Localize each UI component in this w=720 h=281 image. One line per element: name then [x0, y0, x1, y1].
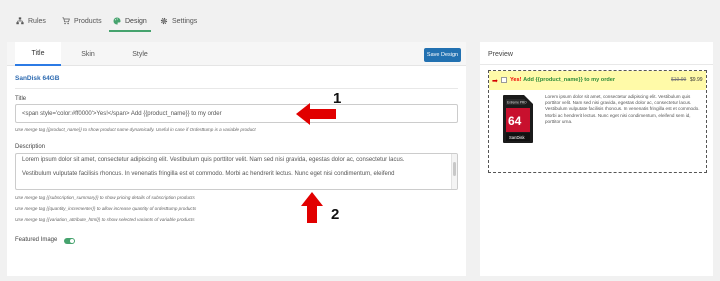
preview-heading: Preview [488, 51, 513, 58]
preview-panel: Preview ➡ Yes! Add {{product_name}} to m… [480, 42, 713, 276]
old-price: $19.99 [671, 77, 687, 83]
section-divider [15, 88, 458, 89]
subtab-skin[interactable]: Skin [63, 42, 113, 66]
arrow-right-icon: ➡ [492, 78, 498, 85]
description-hint: Use merge tag {{variation_attribute_html… [15, 217, 195, 222]
description-hint: Use merge tag {{subscription_summary}} t… [15, 195, 195, 200]
order-bump-title-bar: ➡ Yes! Add {{product_name}} to my order … [489, 71, 706, 90]
order-bump-preview: ➡ Yes! Add {{product_name}} to my order … [488, 70, 707, 173]
description-textarea[interactable]: Lorem ipsum dolor sit amet, consectetur … [15, 153, 458, 190]
order-bump-checkbox[interactable] [501, 77, 507, 83]
sd-card-brand: SanDisk [509, 135, 525, 140]
scrollbar-thumb[interactable] [453, 162, 456, 176]
order-bump-title: Yes! Add {{product_name}} to my order [510, 77, 615, 83]
textarea-scrollbar[interactable] [451, 154, 457, 189]
description-paragraph: Vestibulum vulputate facilisis rhoncus. … [22, 170, 395, 177]
nav-tab-design[interactable]: Design [109, 10, 151, 32]
annotation-arrow-up-icon [301, 192, 323, 223]
new-price: $9.99 [690, 77, 703, 83]
order-bump-title-text: Add {{product_name}} to my order [523, 77, 616, 83]
product-name-heading: SanDisk 64GB [15, 75, 60, 82]
sd-card-image: Extreme PRO 64 SanDisk [503, 95, 533, 143]
nav-tab-settings[interactable]: Settings [160, 10, 197, 32]
nav-tab-label: Rules [28, 17, 46, 25]
sd-card-capacity: 64 [508, 114, 522, 128]
save-design-button[interactable]: Save Design [424, 48, 461, 62]
annotation-number-2: 2 [331, 206, 340, 223]
description-label: Description [15, 144, 46, 150]
subtab-style[interactable]: Style [115, 42, 165, 66]
nav-tab-products[interactable]: Products [62, 10, 102, 32]
nav-tab-label: Design [125, 17, 147, 25]
title-label: Title [15, 96, 27, 102]
design-editor-panel: Title Skin Style Save Design SanDisk 64G… [7, 42, 466, 276]
description-hint: Use merge tag {{quantity_incrementer}} t… [15, 206, 197, 211]
order-bump-description: Lorem ipsum dolor sit amet, consectetur … [545, 94, 700, 124]
cart-icon [62, 17, 70, 25]
title-input[interactable]: <span style='color:#ff0000'>Yes!</span> … [15, 104, 458, 123]
top-navigation: Rules Products Design Settings [0, 0, 720, 36]
palette-icon [113, 17, 121, 25]
title-hint: Use merge tag {{product_name}} to show p… [15, 127, 256, 132]
annotation-number-1: 1 [333, 90, 342, 107]
title-input-value: <span style='color:#ff0000'>Yes!</span> … [22, 111, 222, 117]
subtab-title[interactable]: Title [15, 42, 61, 66]
preview-divider [480, 64, 713, 65]
nav-tab-label: Settings [172, 17, 198, 25]
sd-card-series: Extreme PRO [507, 101, 527, 105]
annotation-arrow-left-icon [296, 103, 336, 125]
featured-image-toggle[interactable] [64, 238, 75, 244]
featured-image-label: Featured Image [15, 237, 58, 243]
gear-icon [160, 17, 168, 25]
order-bump-title-yes: Yes! [510, 77, 522, 83]
nav-tab-rules[interactable]: Rules [16, 10, 46, 32]
sitemap-icon [16, 17, 24, 25]
description-paragraph: Lorem ipsum dolor sit amet, consectetur … [22, 157, 405, 163]
nav-tab-label: Products [74, 17, 102, 25]
editor-subtabs: Title Skin Style [7, 42, 466, 66]
